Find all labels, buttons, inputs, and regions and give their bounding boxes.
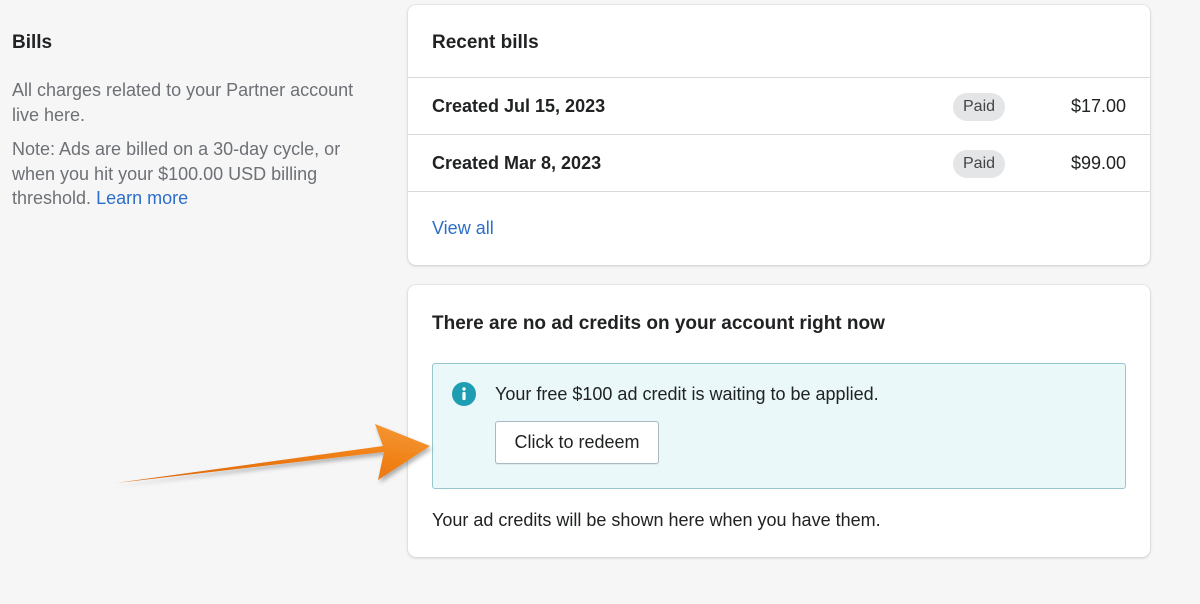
info-icon [452, 382, 476, 406]
status-badge: Paid [953, 93, 1006, 121]
recent-bills-card: Recent bills Created Jul 15, 2023 Paid $… [408, 5, 1150, 265]
annotation-arrow-shape [116, 424, 430, 483]
billing-page: Bills All charges related to your Partne… [0, 0, 1200, 604]
recent-bills-title: Recent bills [432, 32, 539, 53]
status-badge: Paid [953, 150, 1006, 178]
view-all-link[interactable]: View all [432, 215, 494, 241]
bills-heading: Bills [12, 32, 53, 53]
bill-amount: $99.00 [1070, 153, 1126, 173]
ad-credits-card: There are no ad credits on your account … [408, 285, 1150, 557]
bills-section-description: Bills All charges related to your Partne… [12, 30, 357, 221]
ad-credits-footer: Your ad credits will be shown here when … [432, 510, 881, 530]
banner-message: Your free $100 ad credit is waiting to b… [495, 384, 879, 404]
ad-credit-banner: Your free $100 ad credit is waiting to b… [432, 363, 1126, 489]
billing-note: Note: Ads are billed on a 30-day cycle, … [12, 137, 357, 211]
learn-more-link[interactable]: Learn more [96, 188, 188, 208]
bill-date: Created Jul 15, 2023 [432, 96, 606, 116]
redeem-button[interactable]: Click to redeem [495, 421, 659, 464]
ad-credits-title: There are no ad credits on your account … [432, 313, 885, 334]
bill-date: Created Mar 8, 2023 [432, 153, 602, 173]
divider [408, 191, 1150, 192]
bill-row[interactable]: Created Mar 8, 2023 Paid $99.00 [408, 134, 1150, 192]
bill-row[interactable]: Created Jul 15, 2023 Paid $17.00 [408, 77, 1150, 135]
bills-description: All charges related to your Partner acco… [12, 80, 354, 125]
bill-amount: $17.00 [1070, 96, 1126, 116]
